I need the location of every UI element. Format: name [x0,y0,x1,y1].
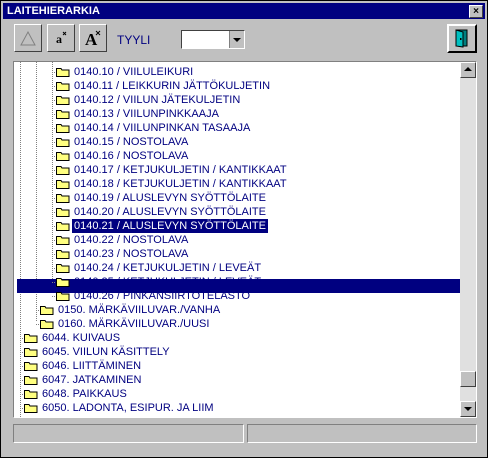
folder-icon [56,124,70,133]
triangle-tool-button[interactable] [14,24,42,52]
tree-item-label: 0140.22 / NOSTOLAVA [74,234,189,246]
folder-icon [40,320,54,329]
exit-button[interactable] [447,24,477,53]
folder-icon [56,68,70,77]
folder-icon [56,250,70,259]
folder-icon [56,222,70,231]
tree-item-label: 0140.24 / KETJUKULJETIN / LEVEÄT [74,262,262,274]
window-title: LAITEHIERARKIA [7,5,100,17]
folder-icon [40,306,54,315]
tree-guide-line [52,62,53,294]
folder-icon [56,138,70,147]
tree-item-label: 0140.23 / NOSTOLAVA [74,248,189,260]
status-panel-left [13,424,244,443]
tree-guide-line [20,62,21,417]
tree-item-label: 0140.17 / KETJUKULJETIN / KANTIKKAAT [74,164,287,176]
folder-icon [56,96,70,105]
tree-item-label: 0140.15 / NOSTOLAVA [74,136,189,148]
folder-icon [56,264,70,273]
tree-item-label: 0140.10 / VIILULEIKURI [74,66,194,78]
style-label: TYYLI [117,33,151,47]
tree-item-label: 6048. PAIKKAUS [42,388,127,400]
small-font-button[interactable]: a [47,24,75,52]
font-large-icon: A [85,30,101,47]
folder-icon [56,236,70,245]
vertical-scrollbar[interactable] [460,62,476,417]
tree-item-label: 0140.18 / KETJUKULJETIN / KANTIKKAAT [74,178,287,190]
tree-item-label: 0140.12 / VIILUN JÄTEKULJETIN [74,94,241,106]
tree-item-label: 0140.11 / LEIKKURIN JÄTTÖKULJETIN [74,80,271,92]
close-button[interactable]: × [469,5,483,18]
folder-icon [24,390,38,399]
folder-icon [56,180,70,189]
tree-item-label: 0160. MÄRKÄVIILUVAR./UUSI [58,318,210,330]
large-font-button[interactable]: A [79,24,107,52]
tree-item-label: 0140.25 / KETJUKULJETIN / LEVEÄT [74,276,262,288]
folder-icon [24,348,38,357]
folder-icon [24,376,38,385]
folder-icon [24,404,38,413]
font-small-icon: a [56,31,67,46]
tree-item-label: 0140.21 / ALUSLEVYN SYÖTTÖLAITE [72,219,268,233]
tree-item-label: 0140.26 / PINKANSIIRTOTELASTO [74,290,251,302]
scroll-down-button[interactable] [460,401,476,417]
svg-text:A: A [85,30,98,47]
folder-icon [56,208,70,217]
folder-icon [56,82,70,91]
folder-icon [24,334,38,343]
folder-icon [56,292,70,301]
laitehierarkia-window: LAITEHIERARKIA × a A TYYLI 0140.10 / VII… [0,0,488,458]
style-combobox[interactable] [181,30,245,49]
folder-icon [56,166,70,175]
scroll-thumb[interactable] [460,371,476,387]
tree-item-label: 6050. LADONTA, ESIPUR. JA LIIM [42,402,214,414]
tree-item-label: 0140.20 / ALUSLEVYN SYÖTTÖLAITE [74,206,266,218]
folder-icon [24,362,38,371]
tree-item-label: 0140.13 / VIILUNPINKKAAJA [74,108,219,120]
folder-icon [56,110,70,119]
tree-item-label: 0150. MÄRKÄVIILUVAR./VANHA [58,304,221,316]
tree-item-label: 6046. LIITTÄMINEN [42,360,142,372]
door-exit-icon [455,29,468,48]
tree-item-label: 0140.16 / NOSTOLAVA [74,150,189,162]
title-bar[interactable]: LAITEHIERARKIA × [3,3,485,19]
status-panel-right [247,424,477,443]
tree-item-label: 0140.19 / ALUSLEVYN SYÖTTÖLAITE [74,192,266,204]
scroll-up-button[interactable] [460,62,476,78]
tree-item-label: 6045. VIILUN KÄSITTELY [42,346,170,358]
triangle-icon [20,30,36,46]
tree-item-label: 6044. KUIVAUS [42,332,121,344]
folder-icon [56,194,70,203]
svg-text:a: a [56,32,62,46]
tree-item-label: 6047. JATKAMINEN [42,374,142,386]
folder-icon [56,278,70,287]
hierarchy-tree[interactable]: 0140.10 / VIILULEIKURI 0140.11 / LEIKKURI… [13,61,477,418]
chevron-down-icon[interactable] [229,31,244,48]
tree-item-label: 0140.14 / VIILUNPINKAN TASAAJA [74,122,251,134]
folder-icon [56,152,70,161]
